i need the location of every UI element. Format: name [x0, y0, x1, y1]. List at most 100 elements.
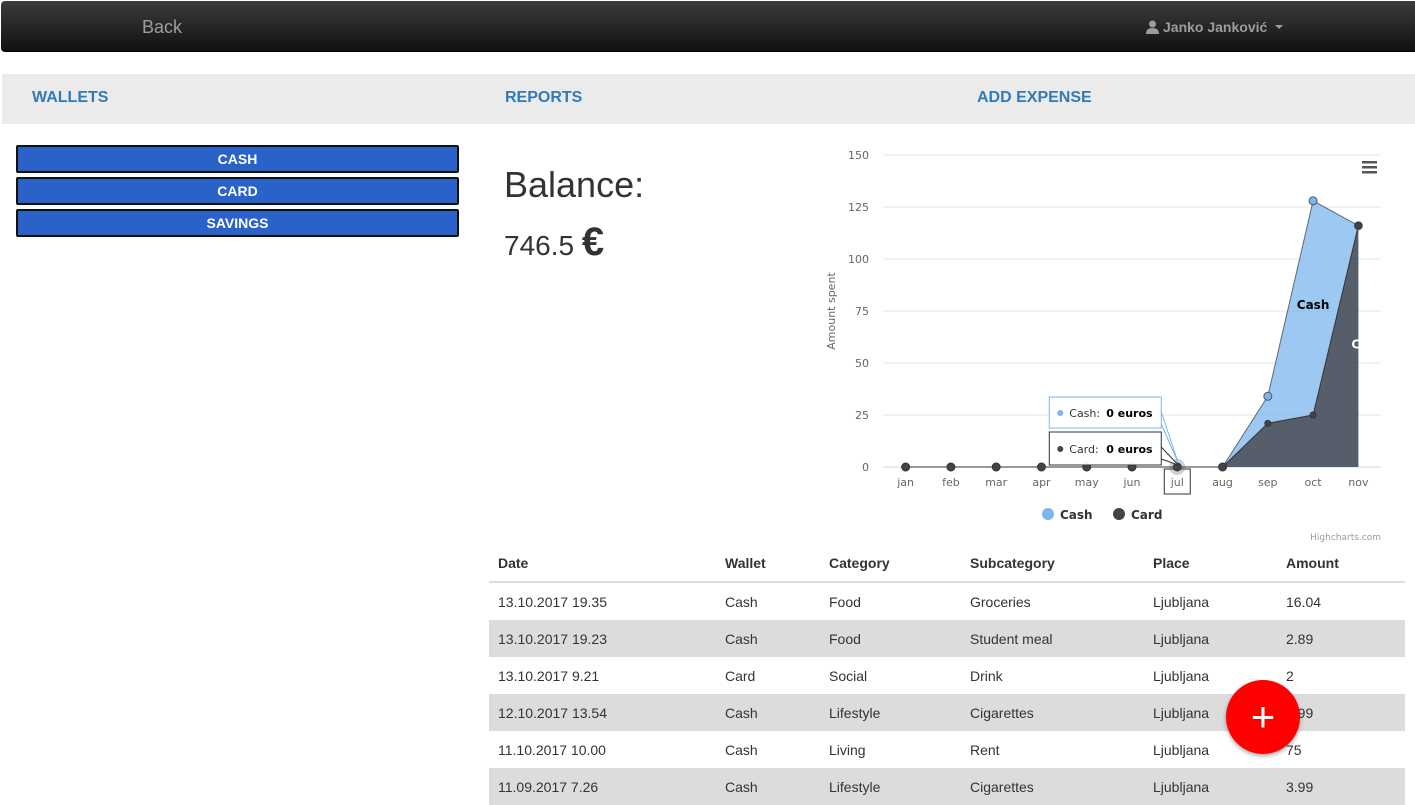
cell-category: Food	[829, 593, 861, 610]
y-tick-label: 75	[855, 305, 869, 318]
cell-date: 13.10.2017 19.35	[498, 593, 607, 610]
cell-wallet: Card	[725, 667, 756, 684]
cell-category: Social	[829, 667, 868, 684]
user-name: Janko Janković	[1163, 19, 1268, 35]
menu-icon	[1362, 161, 1377, 164]
expenses-table: Date Wallet Category Subcategory Place A…	[489, 545, 1405, 805]
cell-category: Lifestyle	[820, 694, 961, 731]
cell-wallet: Cash	[716, 620, 820, 657]
column-header-subcategory[interactable]: Subcategory	[961, 545, 1144, 583]
chart-credits: Highcharts.com	[1310, 533, 1381, 543]
x-tick-label: may	[1075, 476, 1099, 489]
x-tick-label: jun	[1123, 476, 1141, 489]
x-tick-label: feb	[942, 476, 960, 489]
cell-amount: 3.99	[1277, 768, 1405, 805]
data-point-card	[901, 462, 911, 472]
table-row[interactable]: 11.09.2017 7.26 Cash Lifestyle Cigarette…	[489, 768, 1405, 805]
x-tick-label: jan	[896, 476, 914, 489]
balance-amount: 746.5	[504, 230, 575, 261]
menu-icon	[1362, 166, 1377, 169]
legend-marker-cash	[1042, 508, 1054, 520]
tooltip-card-value: 0 euros	[1106, 443, 1153, 456]
data-point-card	[1354, 222, 1362, 230]
menu-icon	[1362, 171, 1377, 174]
cell-wallet: Cash	[725, 741, 758, 758]
x-tick-label: jul	[1170, 476, 1184, 489]
cell-wallet: Cash	[716, 694, 820, 731]
top-navbar: Back Janko Janković	[1, 1, 1415, 52]
y-tick-label: 50	[855, 357, 869, 370]
spending-chart: 0 25 50 75 100 125 150 Amount spent jan feb mar apr…	[825, 149, 1381, 543]
column-header-category[interactable]: Category	[820, 545, 961, 583]
chevron-down-icon	[1275, 25, 1284, 29]
column-header-date[interactable]: Date	[489, 545, 716, 583]
wallet-cash-button[interactable]: CASH	[16, 145, 459, 173]
cell-date: 12.10.2017 13.54	[489, 694, 716, 731]
user-icon	[1146, 20, 1159, 34]
cell-subcategory: Groceries	[970, 593, 1031, 610]
cell-wallet: Cash	[725, 593, 758, 610]
cell-wallet: Cash	[716, 768, 820, 805]
cell-category: Food	[820, 620, 961, 657]
cell-amount: 2.89	[1277, 620, 1405, 657]
x-tick-label: nov	[1348, 476, 1369, 489]
x-tick-label: apr	[1032, 476, 1051, 489]
data-point-cash	[1263, 391, 1273, 401]
table-row[interactable]: 13.10.2017 19.35 Cash Food Groceries Lju…	[489, 582, 1405, 620]
legend-label-cash: Cash	[1060, 508, 1093, 522]
tab-reports[interactable]: REPORTS	[505, 89, 582, 107]
cell-subcategory: Cigarettes	[961, 694, 1144, 731]
column-header-place[interactable]: Place	[1144, 545, 1277, 583]
tooltip-card-marker	[1057, 446, 1064, 452]
cell-subcategory: Student meal	[961, 620, 1144, 657]
data-point-card	[946, 462, 956, 472]
cell-place: Ljubljana	[1144, 768, 1277, 805]
data-point-card	[1264, 419, 1272, 427]
data-point-card	[1309, 411, 1317, 419]
y-axis-title: Amount spent	[825, 272, 838, 350]
column-header-wallet[interactable]: Wallet	[716, 545, 820, 583]
x-tick-label: mar	[985, 476, 1007, 489]
balance-value: 746.5 €	[504, 220, 604, 265]
currency-symbol: €	[581, 220, 605, 264]
tab-wallets[interactable]: WALLETS	[32, 89, 108, 107]
y-tick-label: 125	[848, 201, 869, 214]
data-point-card	[991, 462, 1001, 472]
x-tick-label: aug	[1212, 476, 1233, 489]
legend-label-card: Card	[1131, 508, 1162, 522]
column-header-amount[interactable]: Amount	[1277, 545, 1405, 583]
add-expense-fab[interactable]: +	[1226, 680, 1300, 754]
cell-date: 11.10.2017 10.00	[498, 741, 606, 758]
x-tick-label: oct	[1305, 476, 1323, 489]
tooltip-cash-marker	[1057, 410, 1064, 416]
legend-marker-card	[1113, 508, 1125, 520]
cell-date: 11.09.2017 7.26	[489, 768, 716, 805]
cell-place: Ljubljana	[1144, 620, 1277, 657]
cell-place: Ljubljana	[1153, 593, 1210, 610]
y-tick-label: 0	[862, 461, 869, 474]
cell-date: 13.10.2017 19.23	[489, 620, 716, 657]
wallet-savings-button[interactable]: SAVINGS	[16, 209, 459, 237]
cell-date: 13.10.2017 9.21	[498, 667, 600, 684]
cell-amount: 2	[1286, 667, 1294, 684]
x-tick-label: sep	[1258, 476, 1277, 489]
tab-bar: WALLETS REPORTS ADD EXPENSE	[2, 74, 1415, 124]
series-label-cash: Cash	[1297, 298, 1330, 312]
table-header-row: Date Wallet Category Subcategory Place A…	[489, 545, 1405, 583]
cell-amount: 75	[1286, 741, 1302, 758]
back-link[interactable]: Back	[142, 17, 182, 38]
y-tick-label: 100	[848, 253, 869, 266]
table-row[interactable]: 13.10.2017 19.23 Cash Food Student meal …	[489, 620, 1405, 657]
tooltip-card-label: Card:	[1069, 443, 1098, 456]
data-point-card	[1036, 462, 1046, 472]
wallet-card-button[interactable]: CARD	[16, 177, 459, 205]
tab-add-expense[interactable]: ADD EXPENSE	[977, 89, 1092, 107]
data-point-card	[1218, 462, 1228, 472]
cell-subcategory: Drink	[970, 667, 1003, 684]
series-label-card: Ca	[1351, 337, 1368, 351]
cell-subcategory: Rent	[970, 741, 1000, 758]
user-menu[interactable]: Janko Janković	[1146, 19, 1284, 35]
y-tick-label: 25	[855, 409, 869, 422]
tooltip-cash-value: 0 euros	[1106, 407, 1153, 420]
y-tick-label: 150	[848, 149, 869, 162]
